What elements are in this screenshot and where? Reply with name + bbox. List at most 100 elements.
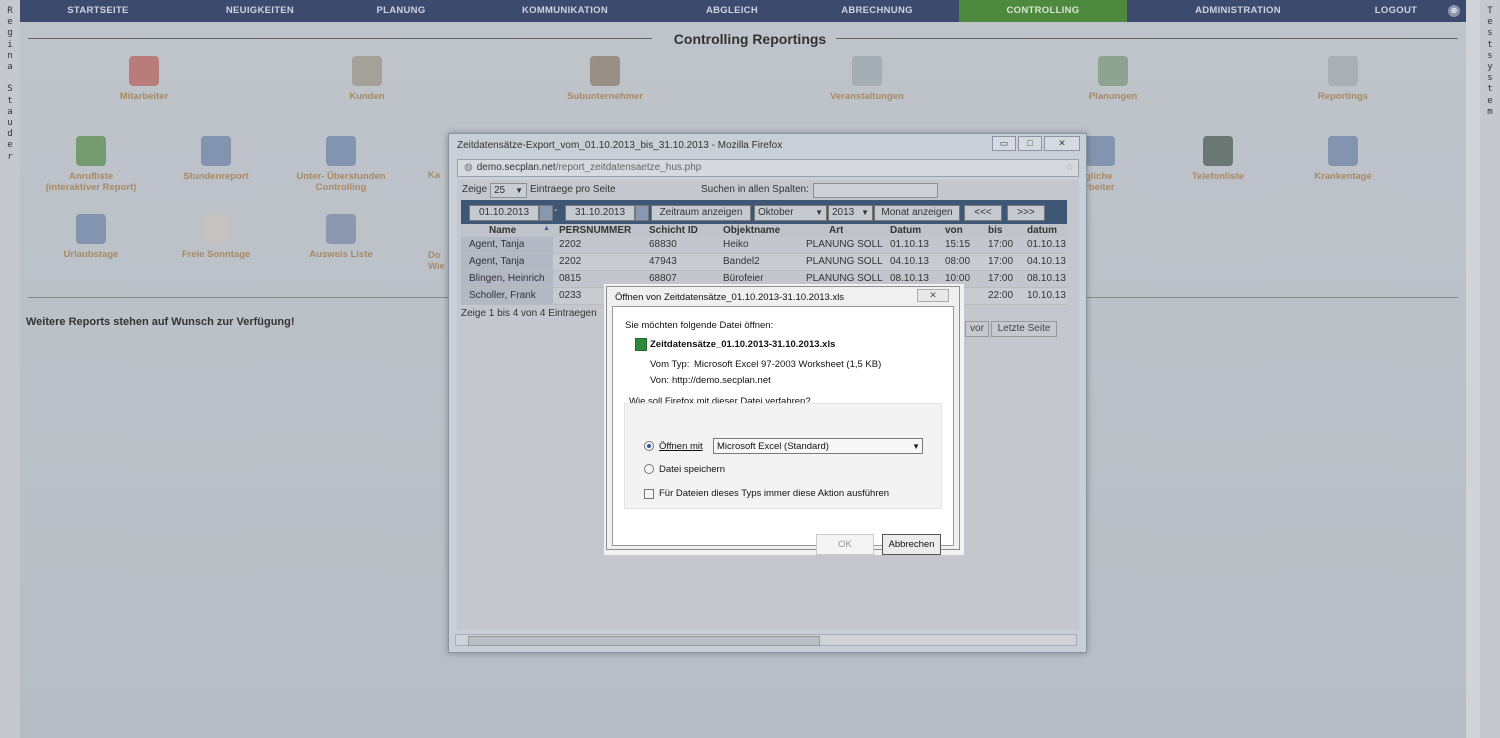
tile-label: Urlaubstage: [63, 249, 119, 260]
dialog-body: Sie möchten folgende Datei öffnen: Zeitd…: [612, 306, 954, 555]
tile-freie-sonntage[interactable]: Freie Sonntage: [166, 214, 266, 260]
col-von[interactable]: von: [945, 225, 963, 236]
save-file-label[interactable]: Datei speichern: [659, 464, 725, 475]
date-to-input[interactable]: 31.10.2013: [565, 205, 635, 221]
file-name: Zeitdatensätze_01.10.2013-31.10.2013.xls: [650, 339, 836, 350]
tile-anrufliste[interactable]: Anrufliste (interaktiver Report): [30, 136, 152, 193]
handshake-icon: [352, 56, 382, 86]
table-cell: 04.10.13: [890, 256, 929, 267]
col-datum[interactable]: Datum: [890, 225, 921, 236]
nav-controlling[interactable]: CONTROLLING: [959, 0, 1127, 22]
open-with-radio[interactable]: [644, 441, 654, 451]
nav-abrechnung[interactable]: ABRECHNUNG: [807, 0, 947, 22]
save-file-radio[interactable]: [644, 464, 654, 474]
table-cell: 17:00: [988, 273, 1014, 284]
tile-label-sub: rbeiter: [1085, 182, 1115, 193]
date-from-input[interactable]: 01.10.2013: [469, 205, 539, 221]
col-schicht-id[interactable]: Schicht ID: [649, 225, 698, 236]
open-with-label[interactable]: Öffnen mit: [659, 441, 703, 452]
table-header: Name ▲ PERSNUMMER Schicht ID Objektname …: [461, 224, 1067, 237]
table-cell: Agent, Tanja: [469, 239, 525, 250]
ok-button[interactable]: OK: [816, 534, 874, 555]
tile-label: Planungen: [1088, 91, 1138, 102]
document-list-icon: [1098, 56, 1128, 86]
prev-month-button[interactable]: <<<: [964, 205, 1002, 221]
excel-file-icon: [635, 338, 647, 351]
year-select[interactable]: 2013 ▼: [828, 205, 873, 221]
tile-telefonliste[interactable]: Telefonliste: [1168, 136, 1268, 182]
col-persnummer[interactable]: PERSNUMMER: [559, 225, 631, 236]
col-objektname[interactable]: Objektname: [723, 225, 780, 236]
table-cell: Bürofeier: [723, 273, 764, 284]
globe-icon[interactable]: ⊕: [1448, 5, 1460, 17]
vertical-letter: a: [7, 106, 13, 117]
month-select[interactable]: Oktober ▼: [754, 205, 827, 221]
col-name[interactable]: Name: [489, 225, 516, 236]
table-row[interactable]: Agent, Tanja 2202 68830 Heiko PLANUNG SOLL 01…: [461, 237, 1067, 254]
table-row[interactable]: Agent, Tanja 2202 47943 Bandel2 PLANUNG SOLL…: [461, 254, 1067, 271]
zeitraum-anzeigen-button[interactable]: Zeitraum anzeigen: [651, 205, 751, 221]
nav-neuigkeiten[interactable]: NEUIGKEITEN: [190, 0, 330, 22]
col-art[interactable]: Art: [829, 225, 843, 236]
window-controls: ▭ □ ✕: [990, 136, 1080, 151]
nav-abgleich[interactable]: ABGLEICH: [662, 0, 802, 22]
vertical-letter: t: [1487, 84, 1493, 95]
phone-user-icon: [1203, 136, 1233, 166]
url-path: /report_zeitdatensaetze_hus.php: [555, 162, 702, 173]
minimize-icon[interactable]: ▭: [992, 136, 1016, 151]
tile-stundenreport[interactable]: Stundenreport: [166, 136, 266, 182]
always-action-checkbox[interactable]: [644, 489, 654, 499]
always-action-label[interactable]: Für Dateien dieses Typs immer diese Akti…: [659, 488, 889, 499]
col-datum2[interactable]: datum: [1027, 225, 1057, 236]
tile-krankentage[interactable]: Krankentage: [1293, 136, 1393, 182]
tile-kunden[interactable]: Kunden: [317, 56, 417, 102]
tile-mitarbeiter[interactable]: Mitarbeiter: [94, 56, 194, 102]
tile-unter-ueberstunden[interactable]: Unter- Überstunden Controlling: [281, 136, 401, 193]
nav-kommunikation[interactable]: KOMMUNIKATION: [495, 0, 635, 22]
vor-button[interactable]: vor: [965, 321, 989, 337]
tile-ausweis-liste[interactable]: Ausweis Liste: [291, 214, 391, 260]
tile-subunternehmer[interactable]: Subunternehmer: [545, 56, 665, 102]
close-icon[interactable]: ✕: [917, 289, 949, 302]
maximize-icon[interactable]: □: [1018, 136, 1042, 151]
id-badge-icon: [326, 214, 356, 244]
horizontal-scrollbar[interactable]: [455, 634, 1077, 646]
clock-monitor-icon: [326, 136, 356, 166]
table-cell: 17:00: [988, 256, 1014, 267]
calendar-board-icon: [852, 56, 882, 86]
open-with-value: Microsoft Excel (Standard): [717, 441, 829, 452]
tile-label-sub: Wie: [428, 261, 445, 272]
calendar-icon[interactable]: [539, 205, 553, 221]
tile-partial-mitarbeiter[interactable]: gliche rbeiter: [1085, 136, 1145, 193]
page-size-select[interactable]: 25 ▼: [490, 183, 527, 198]
tile-label: Subunternehmer: [566, 91, 643, 102]
tile-urlaubstage[interactable]: Urlaubstage: [41, 214, 141, 260]
page-scrollbar[interactable]: [1466, 0, 1480, 738]
monat-anzeigen-button[interactable]: Monat anzeigen: [874, 205, 960, 221]
tile-partial-ka[interactable]: Ka: [428, 170, 448, 181]
tile-planungen[interactable]: Planungen: [1063, 56, 1163, 102]
cancel-button[interactable]: Abbrechen: [882, 534, 941, 555]
nav-startseite[interactable]: STARTSEITE: [28, 0, 168, 22]
next-month-button[interactable]: >>>: [1007, 205, 1045, 221]
url-bar[interactable]: ◍ demo.secplan.net/report_zeitdatensaetze…: [457, 159, 1079, 177]
tile-veranstaltungen[interactable]: Veranstaltungen: [807, 56, 927, 102]
tile-label: Freie Sonntage: [181, 249, 251, 260]
close-icon[interactable]: ✕: [1044, 136, 1080, 151]
chevron-down-icon: ▼: [515, 186, 523, 195]
last-page-button[interactable]: Letzte Seite: [991, 321, 1057, 337]
chevron-down-icon: ▼: [815, 208, 823, 217]
col-bis[interactable]: bis: [988, 225, 1002, 236]
vertical-letter: e: [1487, 17, 1493, 28]
star-icon[interactable]: ☆: [1065, 160, 1074, 176]
calendar-icon[interactable]: [635, 205, 649, 221]
tile-partial-do[interactable]: Do Wie: [428, 250, 448, 272]
nav-planung[interactable]: PLANUNG: [331, 0, 471, 22]
scroll-thumb[interactable]: [468, 636, 820, 646]
nav-logout[interactable]: LOGOUT: [1346, 0, 1446, 22]
open-with-text: Öffnen mit: [659, 441, 703, 452]
nav-administration[interactable]: ADMINISTRATION: [1168, 0, 1308, 22]
open-with-select[interactable]: Microsoft Excel (Standard) ▼: [713, 438, 923, 454]
search-input[interactable]: [813, 183, 938, 198]
tile-reportings[interactable]: Reportings: [1293, 56, 1393, 102]
